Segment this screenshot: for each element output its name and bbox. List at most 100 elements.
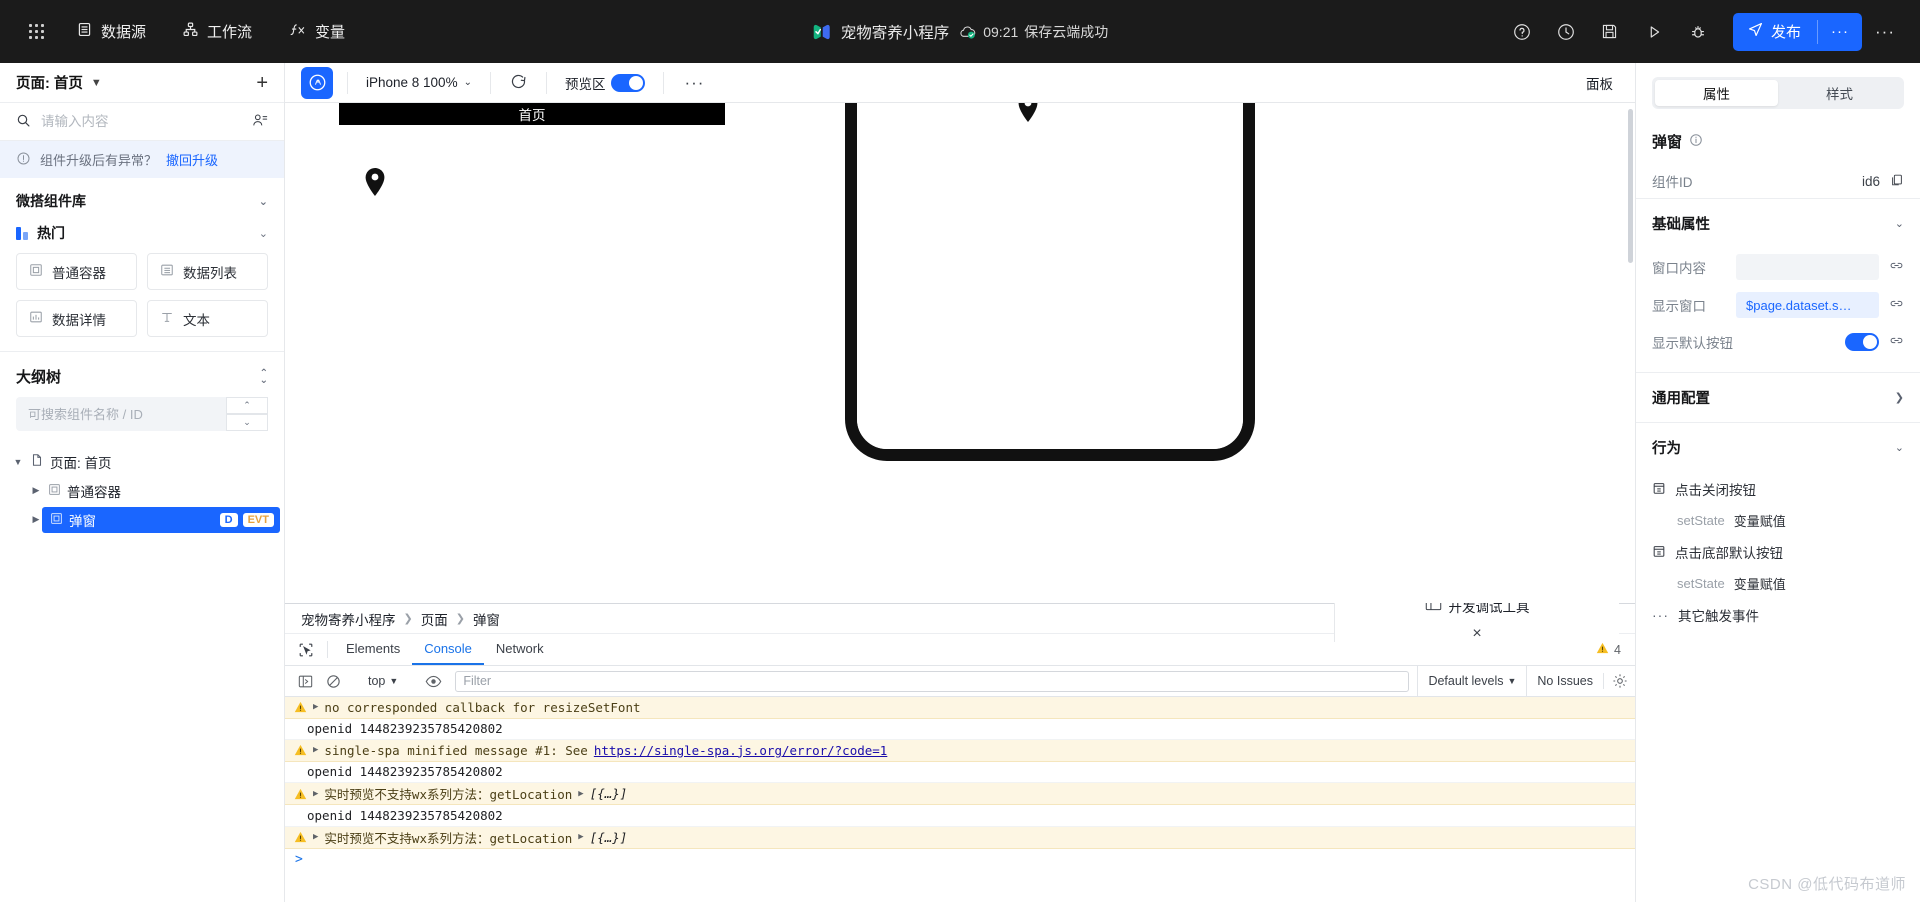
preview-run-icon[interactable] — [1633, 11, 1675, 53]
field-input[interactable] — [1736, 254, 1879, 280]
expand-triangle-icon[interactable]: ▶ — [313, 702, 318, 712]
warning-count-badge[interactable]: 4 — [1596, 634, 1635, 665]
clear-console-icon[interactable] — [319, 667, 347, 695]
expand-triangle-icon[interactable]: ▶ — [578, 832, 583, 842]
console-sidebar-icon[interactable] — [291, 667, 319, 695]
console-log-row[interactable]: ▶ no corresponded callback for resizeSet… — [285, 697, 1635, 719]
history-icon[interactable] — [1545, 11, 1587, 53]
refresh-button[interactable] — [505, 72, 532, 94]
console-log-row[interactable]: ▶ 实时预览不支持wx系列方法：getLocation ▶ [{…}] — [285, 826, 1635, 849]
tab-console[interactable]: Console — [412, 634, 484, 665]
console-issues-button[interactable]: No Issues — [1526, 665, 1603, 697]
link-icon[interactable] — [1889, 259, 1904, 275]
publish-more-button[interactable]: ··· — [1818, 13, 1862, 51]
component-card-list[interactable]: 数据列表 — [147, 253, 268, 290]
chevron-down-icon[interactable]: ▼ — [12, 457, 24, 467]
field-input-bound[interactable]: $page.dataset.s… — [1736, 292, 1879, 318]
console-context-selector[interactable]: top ▼ — [360, 674, 406, 688]
search-input[interactable] — [41, 114, 242, 129]
tree-node-container[interactable]: ▶ 普通容器 — [0, 476, 284, 505]
tree-node-popup[interactable]: 弹窗 D EVT — [42, 506, 280, 533]
console-log-object[interactable]: [{…}] — [590, 830, 628, 845]
info-circle-icon[interactable] — [1689, 133, 1703, 151]
expand-triangle-icon[interactable]: ▶ — [313, 789, 318, 799]
breadcrumb-item[interactable]: 页面 — [421, 609, 448, 629]
component-card-text[interactable]: 文本 — [147, 300, 268, 337]
inspect-element-icon[interactable] — [291, 634, 321, 665]
outline-prev-button[interactable]: ⌃ — [226, 397, 268, 414]
design-canvas[interactable]: 首页 — [285, 103, 1635, 603]
console-log-row[interactable]: ▶ 实时预览不支持wx系列方法：getLocation ▶ [{…}] — [285, 783, 1635, 805]
preview-toggle-group[interactable]: 预览区 — [561, 73, 650, 93]
console-log-link[interactable]: https://single-spa.js.org/error/?code=1 — [594, 743, 888, 758]
breadcrumb-item[interactable]: 宠物寄养小程序 — [301, 609, 396, 629]
menu-datasource[interactable]: 数据源 — [58, 10, 164, 54]
canvas-more-button[interactable]: ··· — [678, 73, 710, 93]
preview-device-left[interactable]: 首页 — [339, 103, 725, 460]
debug-bug-icon[interactable] — [1677, 11, 1719, 53]
behavior-section[interactable]: 行为 ⌄ — [1636, 422, 1920, 472]
component-card-label: 文本 — [183, 312, 210, 328]
console-log-list[interactable]: ▶ no corresponded callback for resizeSet… — [285, 697, 1635, 902]
tab-network[interactable]: Network — [484, 634, 556, 665]
component-search[interactable] — [0, 103, 284, 141]
device-selector[interactable]: iPhone 8 100% ⌄ — [362, 75, 476, 90]
component-card-container[interactable]: 普通容器 — [16, 253, 137, 290]
page-selector[interactable]: 页面: 首页 ▼ + — [0, 63, 284, 103]
preview-toggle[interactable] — [611, 73, 646, 92]
console-prompt[interactable]: > — [285, 849, 1635, 870]
help-icon[interactable] — [1501, 11, 1543, 53]
add-page-button[interactable]: + — [256, 73, 268, 93]
outline-search-input[interactable] — [28, 406, 256, 422]
category-hot[interactable]: 热门 ⌄ — [0, 219, 284, 253]
console-log-row[interactable]: ▶ single-spa minified message #1: See ht… — [285, 740, 1635, 762]
save-icon[interactable] — [1589, 11, 1631, 53]
menu-variable[interactable]: 变量 — [270, 10, 363, 54]
expand-triangle-icon[interactable]: ▶ — [313, 832, 318, 842]
component-manage-icon[interactable] — [252, 112, 268, 131]
chevron-right-icon[interactable]: ▶ — [30, 514, 42, 525]
event-action-row[interactable]: setState 变量赋值 — [1636, 506, 1920, 535]
outline-next-button[interactable]: ⌄ — [226, 414, 268, 431]
tab-elements[interactable]: Elements — [334, 634, 412, 665]
console-log-row[interactable]: openid 1448239235785420802 — [285, 719, 1635, 740]
topbar-more-button[interactable]: ··· — [1864, 11, 1906, 53]
console-filter-input[interactable] — [463, 674, 1402, 688]
wechat-miniprogram-button[interactable] — [301, 66, 333, 99]
publish-button[interactable]: 发布 — [1733, 13, 1817, 51]
basic-properties-section[interactable]: 基础属性 ⌄ — [1636, 198, 1920, 248]
apps-grid-icon[interactable] — [14, 10, 58, 54]
console-log-object[interactable]: [{…}] — [590, 786, 628, 801]
event-close-button[interactable]: 点击关闭按钮 — [1636, 472, 1920, 506]
common-config-section[interactable]: 通用配置 ❯ — [1636, 372, 1920, 422]
canvas-scrollbar[interactable] — [1628, 109, 1633, 263]
expand-collapse-icon[interactable]: ⌃ ⌄ — [260, 368, 268, 385]
panel-toggle-button[interactable]: 面板 — [1586, 73, 1635, 93]
tab-styles[interactable]: 样式 — [1778, 80, 1901, 106]
console-log-row[interactable]: openid 1448239235785420802 — [285, 762, 1635, 783]
chevron-right-icon[interactable]: ▶ — [30, 485, 42, 496]
console-filter-input-wrap[interactable] — [455, 670, 1410, 692]
preview-device-right[interactable] — [845, 103, 1255, 461]
expand-triangle-icon[interactable]: ▶ — [313, 745, 318, 755]
component-card-detail[interactable]: 数据详情 — [16, 300, 137, 337]
tab-properties[interactable]: 属性 — [1655, 80, 1778, 106]
gear-icon[interactable] — [1603, 673, 1635, 689]
event-action-row[interactable]: setState 变量赋值 — [1636, 569, 1920, 598]
outline-search[interactable]: ⌃ ⌄ — [16, 397, 268, 431]
live-expression-eye-icon[interactable] — [419, 667, 447, 695]
event-bottom-default-button[interactable]: 点击底部默认按钮 — [1636, 535, 1920, 569]
revoke-upgrade-link[interactable]: 撤回升级 — [166, 150, 218, 169]
default-button-toggle[interactable] — [1845, 333, 1879, 351]
link-icon[interactable] — [1889, 297, 1904, 313]
tree-node-page[interactable]: ▼ 页面: 首页 — [0, 447, 284, 476]
breadcrumb-item[interactable]: 弹窗 — [473, 609, 500, 629]
console-log-row[interactable]: openid 1448239235785420802 — [285, 805, 1635, 827]
copy-icon[interactable] — [1890, 173, 1904, 190]
other-events-row[interactable]: ··· 其它触发事件 — [1636, 598, 1920, 632]
link-icon[interactable] — [1889, 334, 1904, 350]
menu-workflow[interactable]: 工作流 — [164, 10, 270, 54]
console-levels-selector[interactable]: Default levels ▼ — [1417, 665, 1526, 697]
component-library-title[interactable]: 微搭组件库 ⌄ — [0, 178, 284, 219]
expand-triangle-icon[interactable]: ▶ — [578, 789, 583, 799]
